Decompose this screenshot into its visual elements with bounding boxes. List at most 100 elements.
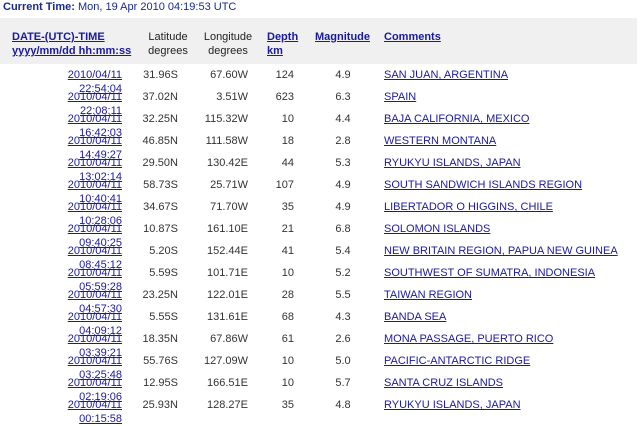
row-latitude: 5.20S: [149, 245, 178, 257]
table-row: 2010/04/11 05:59:28 5.59S 101.71E 10 5.2…: [0, 266, 640, 293]
row-depth: 10: [281, 113, 294, 125]
row-latitude: 5.59S: [149, 267, 178, 279]
row-latitude: 34.67S: [143, 201, 178, 213]
row-depth: 35: [281, 201, 294, 213]
header-lat-line2: degrees: [148, 45, 188, 57]
header-comments[interactable]: Comments: [384, 30, 441, 44]
table-row: 2010/04/11 04:09:12 5.55S 131.61E 68 4.3…: [0, 310, 640, 337]
row-latitude: 5.55S: [149, 311, 178, 323]
row-comment-link[interactable]: SOUTHWEST OF SUMATRA, INDONESIA: [384, 266, 595, 280]
row-latitude: 25.93N: [142, 399, 178, 411]
row-longitude: 3.51W: [216, 91, 248, 103]
row-longitude: 130.42E: [207, 157, 248, 169]
row-latitude: 10.87S: [143, 223, 178, 235]
header-date-sort-link[interactable]: DATE-(UTC)-TIME yyyy/mm/dd hh:mm:ss: [12, 30, 131, 58]
row-depth: 44: [281, 157, 294, 169]
row-latitude: 18.35N: [142, 333, 178, 345]
row-comment-link[interactable]: TAIWAN REGION: [384, 288, 472, 302]
table-row: 2010/04/11 22:54:04 31.96S 67.60W 124 4.…: [0, 68, 640, 95]
row-longitude: 67.86W: [210, 333, 248, 345]
header-depth-line2[interactable]: km: [267, 44, 298, 58]
row-longitude: 131.61E: [207, 311, 248, 323]
table-row: 2010/04/11 13:02:14 29.50N 130.42E 44 5.…: [0, 156, 640, 183]
row-depth: 41: [281, 245, 294, 257]
table-row: 2010/04/11 14:49:27 46.85N 111.58W 18 2.…: [0, 134, 640, 161]
row-latitude: 55.76S: [143, 355, 178, 367]
table-row: 2010/04/11 02:19:06 12.95S 166.51E 10 5.…: [0, 376, 640, 403]
row-longitude: 67.60W: [210, 69, 248, 81]
row-depth: 18: [281, 135, 294, 147]
row-depth: 21: [281, 223, 294, 235]
table-header: DATE-(UTC)-TIME yyyy/mm/dd hh:mm:ss Lati…: [0, 18, 637, 64]
table-row: 2010/04/11 09:40:25 10.87S 161.10E 21 6.…: [0, 222, 640, 249]
current-time-label: Current Time:: [3, 1, 75, 13]
row-depth: 10: [281, 377, 294, 389]
row-depth: 124: [275, 69, 294, 81]
row-comment-link[interactable]: PACIFIC-ANTARCTIC RIDGE: [384, 354, 530, 368]
header-date-line2[interactable]: yyyy/mm/dd hh:mm:ss: [12, 44, 131, 58]
row-comment-link[interactable]: BANDA SEA: [384, 310, 446, 324]
header-longitude: Longitude degrees: [198, 30, 258, 58]
row-comment-link[interactable]: NEW BRITAIN REGION, PAPUA NEW GUINEA: [384, 244, 618, 258]
row-comment-link[interactable]: SOLOMON ISLANDS: [384, 222, 490, 236]
header-depth-line1[interactable]: Depth: [267, 30, 298, 44]
row-magnitude: 4.8: [335, 399, 351, 411]
table-row: 2010/04/11 16:42:03 32.25N 115.32W 10 4.…: [0, 112, 640, 139]
row-comment-link[interactable]: RYUKYU ISLANDS, JAPAN: [384, 398, 521, 412]
row-magnitude: 5.4: [335, 245, 351, 257]
current-time-value: Mon, 19 Apr 2010 04:19:53 UTC: [77, 1, 237, 13]
header-lat-line1: Latitude: [148, 31, 188, 43]
table-row: 2010/04/11 03:25:48 55.76S 127.09W 10 5.…: [0, 354, 640, 381]
row-magnitude: 5.2: [335, 267, 351, 279]
row-latitude: 29.50N: [142, 157, 178, 169]
row-magnitude: 5.3: [335, 157, 351, 169]
row-longitude: 161.10E: [207, 223, 248, 235]
row-magnitude: 6.3: [335, 91, 351, 103]
earthquake-list: 2010/04/11 22:54:04 31.96S 67.60W 124 4.…: [0, 68, 640, 425]
row-longitude: 115.32W: [204, 113, 248, 125]
table-row: 2010/04/11 00:15:58 25.93N 128.27E 35 4.…: [0, 398, 640, 425]
header-latitude: Latitude degrees: [143, 30, 193, 58]
row-latitude: 58.73S: [143, 179, 178, 191]
row-comment-link[interactable]: WESTERN MONTANA: [384, 134, 496, 148]
row-longitude: 122.01E: [207, 289, 248, 301]
row-magnitude: 5.0: [335, 355, 351, 367]
row-depth: 61: [281, 333, 294, 345]
row-date-link[interactable]: 2010/04/11 00:15:58: [26, 398, 122, 426]
header-lon-line2: degrees: [208, 45, 248, 57]
row-comment-link[interactable]: MONA PASSAGE, PUERTO RICO: [384, 332, 553, 346]
row-latitude: 32.25N: [142, 113, 178, 125]
row-magnitude: 4.9: [335, 201, 351, 213]
row-longitude: 166.51E: [207, 377, 248, 389]
header-date-line1[interactable]: DATE-(UTC)-TIME: [12, 30, 131, 44]
row-magnitude: 4.3: [335, 311, 351, 323]
row-magnitude: 6.8: [335, 223, 351, 235]
row-magnitude: 5.5: [335, 289, 351, 301]
row-comment-link[interactable]: SANTA CRUZ ISLANDS: [384, 376, 503, 390]
row-comment-link[interactable]: BAJA CALIFORNIA, MEXICO: [384, 112, 529, 126]
header-magnitude[interactable]: Magnitude: [315, 30, 370, 44]
row-magnitude: 5.7: [335, 377, 351, 389]
row-depth: 28: [281, 289, 294, 301]
row-comment-link[interactable]: RYUKYU ISLANDS, JAPAN: [384, 156, 521, 170]
table-row: 2010/04/11 22:08:11 37.02N 3.51W 623 6.3…: [0, 90, 640, 117]
row-comment-link[interactable]: SOUTH SANDWICH ISLANDS REGION: [384, 178, 582, 192]
header-magnitude-sort-link[interactable]: Magnitude: [315, 30, 370, 44]
header-comments-sort-link[interactable]: Comments: [384, 30, 441, 44]
row-longitude: 128.27E: [207, 399, 248, 411]
header-depth-sort-link[interactable]: Depth km: [267, 30, 298, 58]
row-depth: 35: [281, 399, 294, 411]
row-magnitude: 2.8: [335, 135, 351, 147]
row-longitude: 152.44E: [207, 245, 248, 257]
row-comment-link[interactable]: SAN JUAN, ARGENTINA: [384, 68, 508, 82]
row-longitude: 25.71W: [210, 179, 248, 191]
row-longitude: 127.09W: [203, 355, 248, 367]
row-comment-link[interactable]: SPAIN: [384, 90, 416, 104]
row-latitude: 23.25N: [142, 289, 178, 301]
table-row: 2010/04/11 04:57:30 23.25N 122.01E 28 5.…: [0, 288, 640, 315]
row-latitude: 31.96S: [143, 69, 178, 81]
row-magnitude: 2.6: [335, 333, 351, 345]
row-magnitude: 4.9: [335, 179, 351, 191]
row-depth: 10: [281, 267, 294, 279]
row-comment-link[interactable]: LIBERTADOR O HIGGINS, CHILE: [384, 200, 553, 214]
